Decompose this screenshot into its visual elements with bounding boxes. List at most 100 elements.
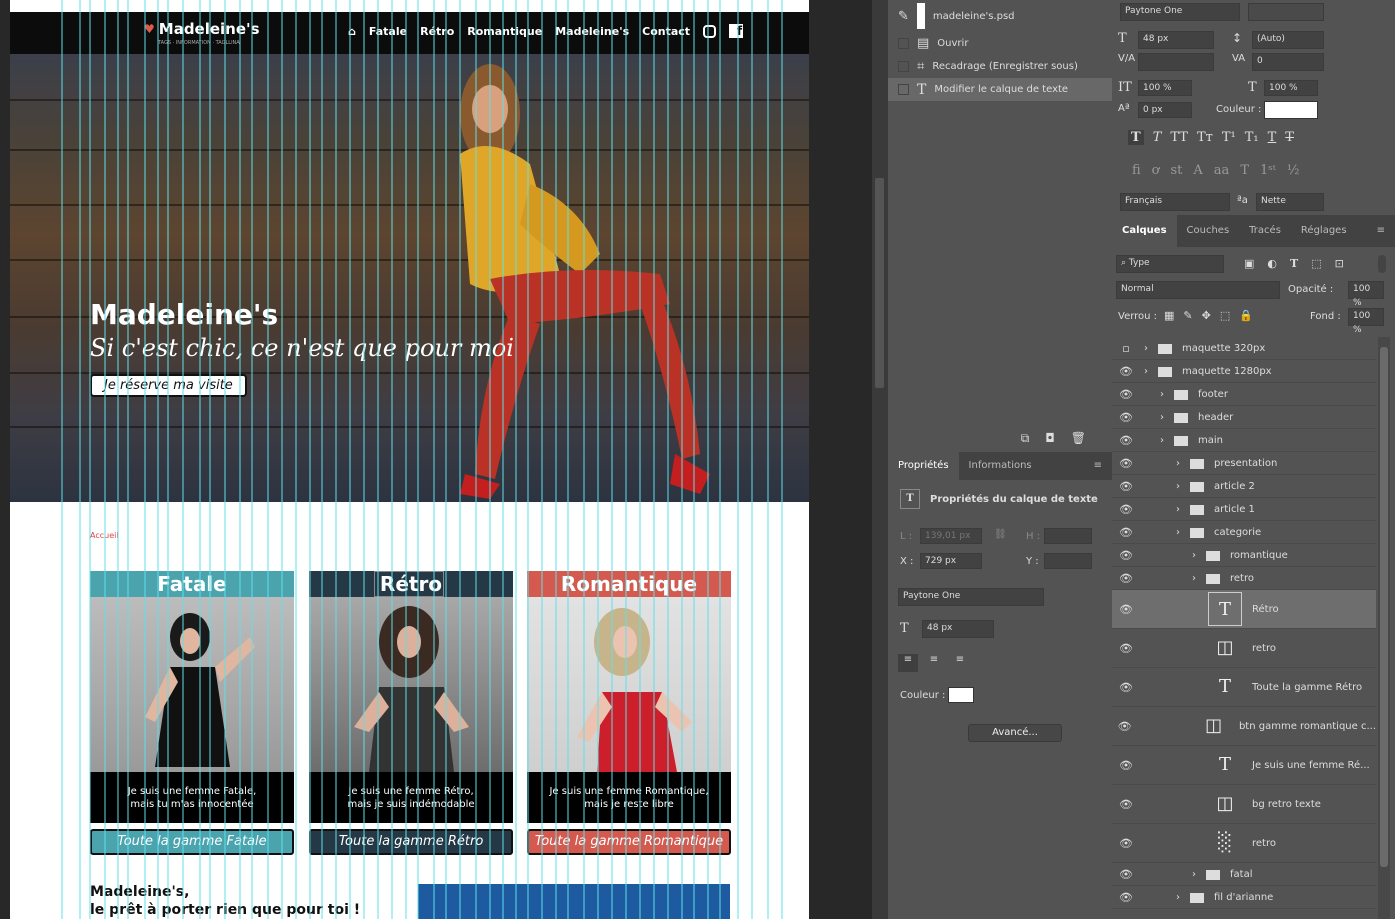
char-hscale-field[interactable]: 100 % <box>1264 80 1318 96</box>
layer-row[interactable]: 👁 › maquette 1280px <box>1112 360 1376 383</box>
eye-icon[interactable]: 👁 <box>1112 603 1140 616</box>
fill-field[interactable]: 100 % <box>1348 308 1384 335</box>
history-step-recadrage[interactable]: ⌗ Recadrage (Enregistrer sous) <box>888 55 1112 78</box>
stylistic-alternates-icon[interactable]: A <box>1193 163 1202 178</box>
layer-row[interactable]: 👁 T Toute la gamme Rétro <box>1112 668 1376 707</box>
ordinals-icon[interactable]: T <box>1240 163 1249 178</box>
history-step-ouvrir[interactable]: ▤ Ouvrir <box>888 32 1112 55</box>
scrollbar-thumb[interactable] <box>875 178 884 388</box>
y-field[interactable] <box>1044 553 1092 569</box>
history-snapshot[interactable]: ✎ madeleine's.psd <box>888 0 1112 32</box>
tab-informations[interactable]: Informations <box>959 452 1042 480</box>
chevron-icon[interactable]: › <box>1144 343 1158 354</box>
chevron-icon[interactable]: › <box>1176 458 1190 469</box>
panel-menu-icon[interactable]: ≡ <box>1084 452 1112 480</box>
filter-toggle[interactable] <box>1378 255 1386 273</box>
layer-row[interactable]: ▫ › maquette 320px <box>1112 337 1376 360</box>
eye-icon[interactable]: 👁 <box>1112 759 1140 772</box>
chevron-icon[interactable]: › <box>1192 573 1206 584</box>
strikethrough-icon[interactable]: T <box>1285 130 1294 145</box>
tab-traces[interactable]: Tracés <box>1239 215 1291 247</box>
chevron-icon[interactable]: › <box>1160 389 1174 400</box>
chevron-icon[interactable]: › <box>1176 527 1190 538</box>
swash-icon[interactable]: st <box>1171 163 1183 178</box>
fractions-icon[interactable]: ½ <box>1287 163 1300 178</box>
char-size-select[interactable]: 48 px <box>1138 31 1214 49</box>
char-style-select[interactable] <box>1248 3 1324 21</box>
char-kerning-select[interactable] <box>1138 53 1214 71</box>
eye-icon[interactable]: 👁 <box>1112 720 1137 733</box>
ligature-icon[interactable]: fi <box>1132 163 1141 178</box>
shape-filter-icon[interactable]: ⬚ <box>1311 257 1321 270</box>
lock-pixels-icon[interactable]: ✎ <box>1183 309 1192 322</box>
all-caps-icon[interactable]: TT <box>1170 130 1188 145</box>
eye-icon[interactable]: 👁 <box>1112 411 1140 424</box>
language-select[interactable]: Français <box>1120 193 1230 211</box>
layer-row[interactable]: 👁 › retro <box>1112 567 1376 590</box>
chevron-icon[interactable]: › <box>1160 412 1174 423</box>
layer-row[interactable]: 👁 ░ retro <box>1112 824 1376 863</box>
layer-row[interactable]: 👁 › fatal <box>1112 863 1376 886</box>
opacity-field[interactable]: 100 % <box>1348 281 1384 308</box>
canvas-scrollbar[interactable] <box>872 0 888 919</box>
layer-row[interactable]: 👁 › header <box>1112 406 1376 429</box>
font-family-select[interactable]: Paytone One <box>898 588 1044 606</box>
history-checkbox[interactable] <box>898 38 909 49</box>
layers-scrollbar-thumb[interactable] <box>1380 347 1388 867</box>
tab-calques[interactable]: Calques <box>1112 215 1177 247</box>
subscript-icon[interactable]: T₁ <box>1245 130 1259 145</box>
discretionary-ligature-icon[interactable]: ơ <box>1152 163 1160 178</box>
ordinal-icon[interactable]: 1ˢᵗ <box>1260 163 1276 178</box>
lock-transparency-icon[interactable]: ▦ <box>1164 309 1174 322</box>
text-selection-box[interactable] <box>374 571 444 597</box>
tab-properties[interactable]: Propriétés <box>888 452 959 480</box>
eye-icon[interactable]: 👁 <box>1112 572 1140 585</box>
superscript-icon[interactable]: T¹ <box>1222 130 1236 145</box>
tab-couches[interactable]: Couches <box>1177 215 1240 247</box>
layer-row[interactable]: 👁 ◫ retro <box>1112 629 1376 668</box>
eye-icon[interactable]: 👁 <box>1112 526 1140 539</box>
eye-icon[interactable]: 👁 <box>1112 388 1140 401</box>
char-vscale-field[interactable]: 100 % <box>1138 80 1192 96</box>
eye-icon[interactable]: 👁 <box>1112 549 1140 562</box>
layer-row[interactable]: 👁 › article 1 <box>1112 498 1376 521</box>
chevron-icon[interactable]: › <box>1160 435 1174 446</box>
chevron-icon[interactable]: › <box>1192 869 1206 880</box>
layer-row[interactable]: 👁 ◫ bg retro texte <box>1112 785 1376 824</box>
adjustment-filter-icon[interactable]: ◐ <box>1267 257 1277 270</box>
faux-italic-icon[interactable]: T <box>1153 130 1162 145</box>
height-field[interactable] <box>1044 528 1092 544</box>
visibility-off-box[interactable]: ▫ <box>1112 342 1140 355</box>
layer-row[interactable]: 👁 › fil d'arianne <box>1112 886 1376 909</box>
blend-mode-select[interactable]: Normal <box>1116 281 1280 299</box>
font-size-select[interactable]: 48 px <box>922 620 994 638</box>
eye-icon[interactable]: 👁 <box>1112 891 1140 904</box>
eye-icon[interactable]: 👁 <box>1112 434 1140 447</box>
lock-position-icon[interactable]: ✥ <box>1202 309 1211 322</box>
eye-icon[interactable]: 👁 <box>1112 503 1140 516</box>
titling-alternates-icon[interactable]: aa <box>1214 163 1230 178</box>
camera-icon[interactable]: ◘ <box>1045 431 1055 446</box>
layers-scrollbar[interactable] <box>1378 337 1390 919</box>
char-tracking-select[interactable]: 0 <box>1252 53 1324 71</box>
document-canvas[interactable]: ♥ Madeleine's TAGS · INFORMATION · TAGLL… <box>0 0 872 919</box>
smart-object-filter-icon[interactable]: ⊡ <box>1335 257 1344 270</box>
eye-icon[interactable]: 👁 <box>1112 365 1140 378</box>
char-color-swatch[interactable] <box>1264 101 1318 119</box>
layer-row[interactable]: 👁 T Je suis une femme Ré... <box>1112 746 1376 785</box>
small-caps-icon[interactable]: Tт <box>1197 130 1213 145</box>
layer-row[interactable]: 👁 › article 2 <box>1112 475 1376 498</box>
layer-row[interactable]: 👁 › categorie <box>1112 521 1376 544</box>
underline-icon[interactable]: T <box>1268 130 1277 145</box>
align-right-icon[interactable]: ≡ <box>950 654 970 672</box>
advanced-button[interactable]: Avancé... <box>968 724 1062 742</box>
eye-icon[interactable]: 👁 <box>1112 798 1140 811</box>
layer-row[interactable]: 👁 › main <box>1112 429 1376 452</box>
layer-row[interactable]: 👁 › footer <box>1112 383 1376 406</box>
history-checkbox[interactable] <box>898 84 909 95</box>
chevron-icon[interactable]: › <box>1144 366 1158 377</box>
layer-row[interactable]: 👁 T Rétro <box>1112 590 1376 629</box>
width-field[interactable]: 139,01 px <box>920 528 982 544</box>
antialias-select[interactable]: Nette <box>1256 193 1324 211</box>
chevron-icon[interactable]: › <box>1176 481 1190 492</box>
